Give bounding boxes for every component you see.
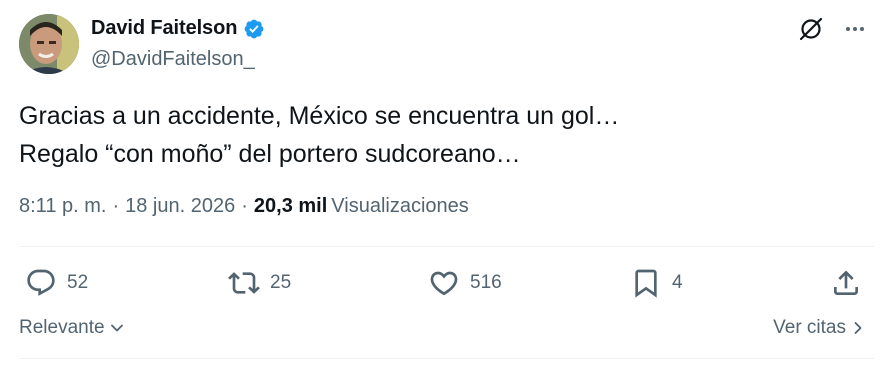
tweet-date[interactable]: 18 jun. 2026: [125, 195, 235, 217]
share-icon: [834, 270, 858, 295]
reply-count: 52: [67, 272, 89, 293]
tweet-meta: 8:11 p. m. · 18 jun. 2026 · 20,3 mil Visualiz…: [19, 195, 469, 218]
share-button[interactable]: [830, 264, 862, 302]
tweet-time[interactable]: 8:11 p. m.: [19, 195, 106, 217]
author-name-row: David Faitelson: [91, 17, 265, 40]
reply-button[interactable]: 52: [25, 264, 88, 302]
bookmark-icon: [635, 269, 657, 298]
action-bar: 52 25 516 4: [0, 264, 894, 302]
repost-button[interactable]: 25: [228, 264, 291, 302]
view-quotes-link[interactable]: Ver citas: [773, 317, 866, 339]
sort-label: Relevante: [19, 317, 105, 338]
view-quotes-label: Ver citas: [773, 317, 846, 338]
like-button[interactable]: 516: [428, 264, 502, 302]
tweet-text-line: Regalo “con moño” del portero sudcoreano…: [19, 140, 521, 168]
verified-badge-icon: [243, 18, 265, 40]
like-count: 516: [470, 272, 502, 293]
meta-separator: ·: [112, 195, 120, 217]
top-actions: [798, 16, 866, 42]
repost-icon: [228, 272, 260, 294]
tweet-text-line: Gracias a un accidente, México se encuen…: [19, 102, 620, 130]
more-icon[interactable]: [844, 18, 866, 40]
avatar[interactable]: [19, 14, 79, 74]
author-display-name[interactable]: David Faitelson: [91, 17, 237, 40]
divider: [19, 246, 875, 247]
divider: [19, 358, 875, 359]
bookmark-button[interactable]: 4: [630, 264, 683, 302]
bookmark-count: 4: [672, 272, 683, 293]
author-handle[interactable]: @DavidFaitelson_: [91, 48, 255, 71]
repost-count: 25: [270, 272, 292, 293]
reply-icon: [27, 269, 55, 296]
chevron-down-icon: [110, 324, 123, 332]
chevron-right-icon: [854, 322, 862, 334]
views-count: 20,3 mil: [253, 195, 328, 217]
meta-separator: ·: [241, 195, 248, 217]
sort-replies-dropdown[interactable]: Relevante: [19, 317, 125, 339]
grok-icon[interactable]: [798, 16, 824, 42]
tweet-text: Gracias a un accidente, México se encuen…: [19, 97, 619, 173]
like-icon: [430, 271, 458, 296]
tweet-card: David Faitelson @DavidFaitelson_ Gracias…: [0, 0, 894, 375]
views-label: Visualizaciones: [331, 195, 469, 217]
